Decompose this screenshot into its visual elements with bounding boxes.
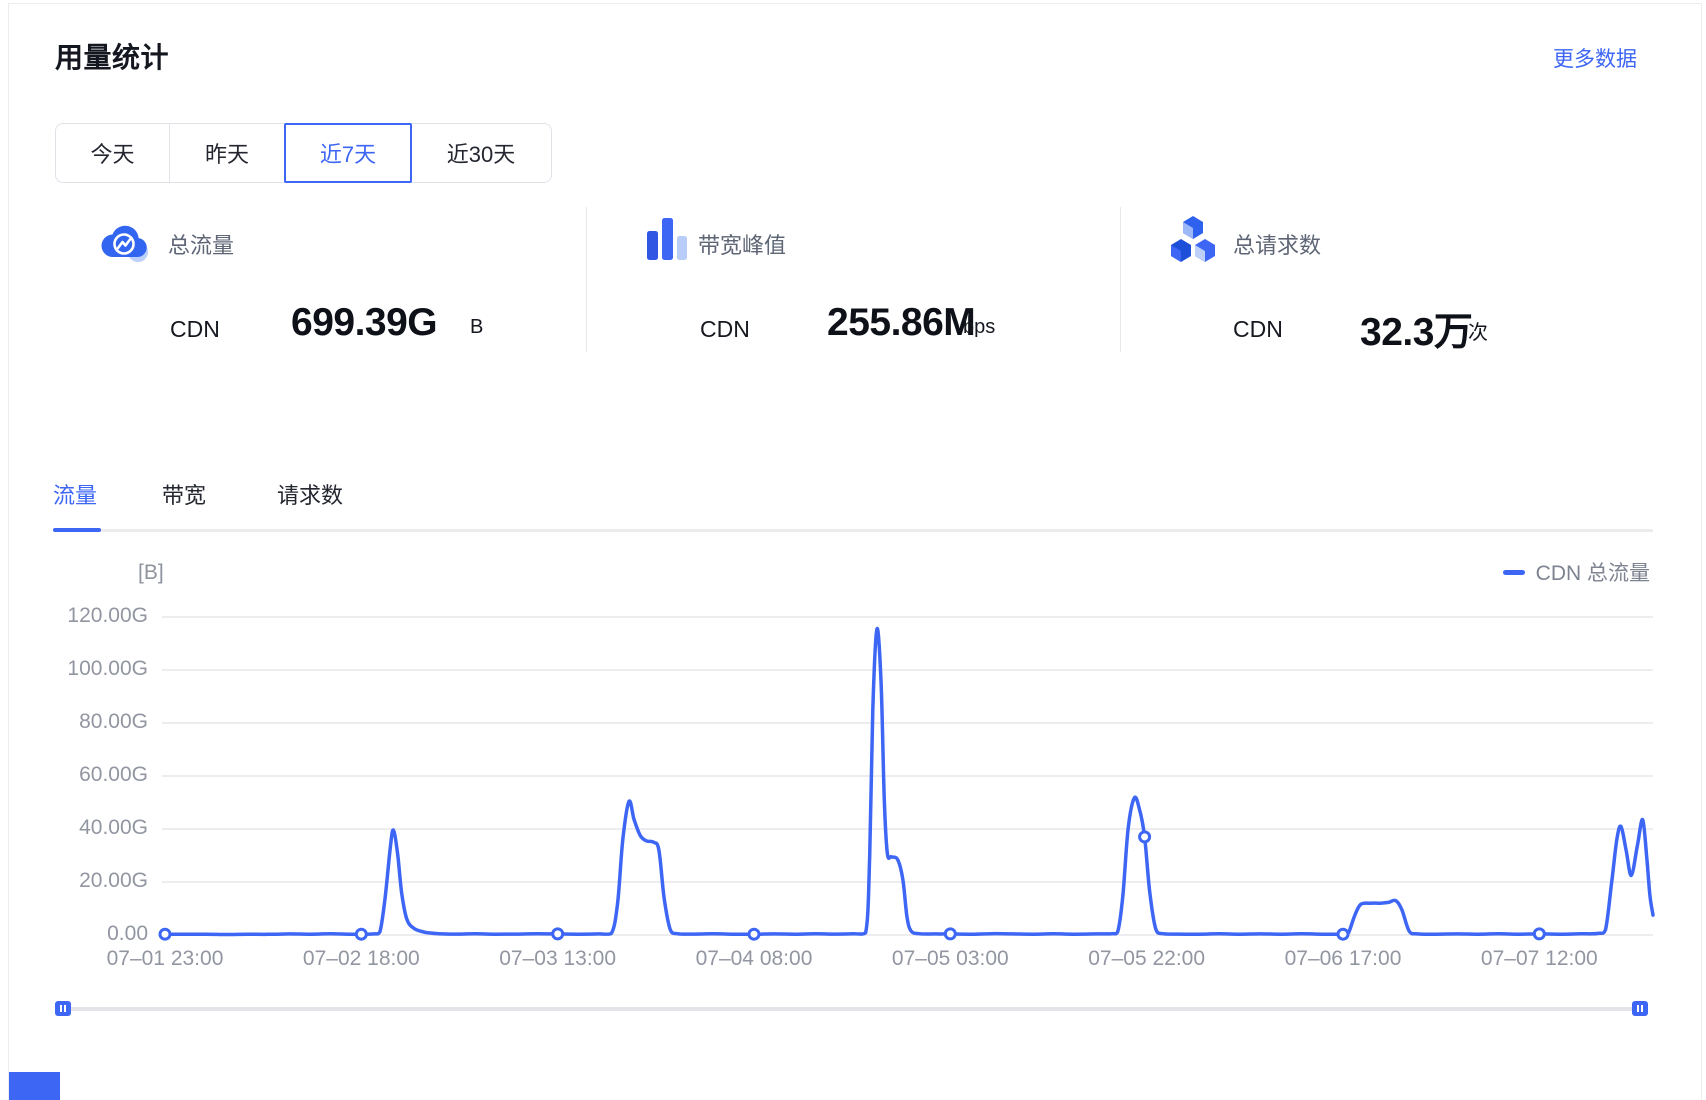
y-axis-label: 20.00G	[38, 869, 148, 893]
x-axis-label: 07–05 22:00	[1062, 947, 1232, 971]
metric-tab-bandwidth[interactable]: 带宽	[162, 478, 206, 510]
metric-tab-requests[interactable]: 请求数	[277, 478, 343, 510]
zoom-slider-handle-left[interactable]	[55, 1001, 71, 1016]
range-tab-today[interactable]: 今天	[56, 124, 170, 182]
usage-chart[interactable]: [B] CDN 总流量 120.00G100.00G80.00G60.00G40…	[0, 545, 1706, 1035]
cloud-traffic-icon	[100, 219, 150, 272]
stat-value: 699.39G	[291, 301, 437, 345]
stat-unit: B	[470, 316, 483, 339]
panel-border-top	[8, 3, 1701, 4]
metric-tab-traffic[interactable]: 流量	[53, 478, 97, 510]
y-axis-label: 60.00G	[38, 763, 148, 787]
range-tab-last30days[interactable]: 近30天	[411, 124, 551, 182]
request-cubes-icon	[1168, 214, 1218, 269]
x-axis-label: 07–01 23:00	[80, 947, 250, 971]
y-axis-label: 0.00	[38, 922, 148, 946]
x-axis-label: 07–07 12:00	[1454, 947, 1624, 971]
stat-product: CDN	[170, 316, 220, 343]
y-axis-label: 100.00G	[38, 657, 148, 681]
bandwidth-bars-icon	[646, 216, 690, 269]
stat-label: 带宽峰值	[698, 228, 786, 260]
stat-product: CDN	[700, 316, 750, 343]
active-tab-indicator	[53, 528, 101, 532]
card-divider	[1120, 207, 1121, 352]
page-title: 用量统计	[55, 36, 169, 76]
chart-plot-svg[interactable]	[0, 545, 1706, 990]
stat-unit: bps	[963, 316, 995, 339]
stat-label: 总流量	[168, 228, 234, 260]
zoom-slider-track[interactable]	[63, 1007, 1645, 1011]
range-tab-yesterday[interactable]: 昨天	[170, 124, 285, 182]
x-axis-label: 07–04 08:00	[669, 947, 839, 971]
range-tab-last7days[interactable]: 近7天	[284, 123, 412, 183]
card-divider	[586, 207, 587, 352]
x-axis-label: 07–05 03:00	[865, 947, 1035, 971]
stat-value: 255.86M	[827, 301, 975, 345]
x-axis-label: 07–06 17:00	[1258, 947, 1428, 971]
y-axis-label: 40.00G	[38, 816, 148, 840]
range-tab-group: 今天 昨天 近7天 近30天	[55, 123, 552, 183]
zoom-slider-handle-right[interactable]	[1632, 1001, 1648, 1016]
y-axis-label: 120.00G	[38, 604, 148, 628]
bottom-left-blue-box	[9, 1072, 60, 1100]
stat-label: 总请求数	[1233, 228, 1321, 260]
y-axis-label: 80.00G	[38, 710, 148, 734]
stat-product: CDN	[1233, 316, 1283, 343]
more-data-link[interactable]: 更多数据	[1553, 43, 1637, 73]
x-axis-label: 07–02 18:00	[276, 947, 446, 971]
tab-underline-track	[53, 529, 1653, 532]
x-axis-label: 07–03 13:00	[473, 947, 643, 971]
stat-unit: 次	[1468, 316, 1488, 345]
stat-value: 32.3万	[1360, 301, 1472, 357]
